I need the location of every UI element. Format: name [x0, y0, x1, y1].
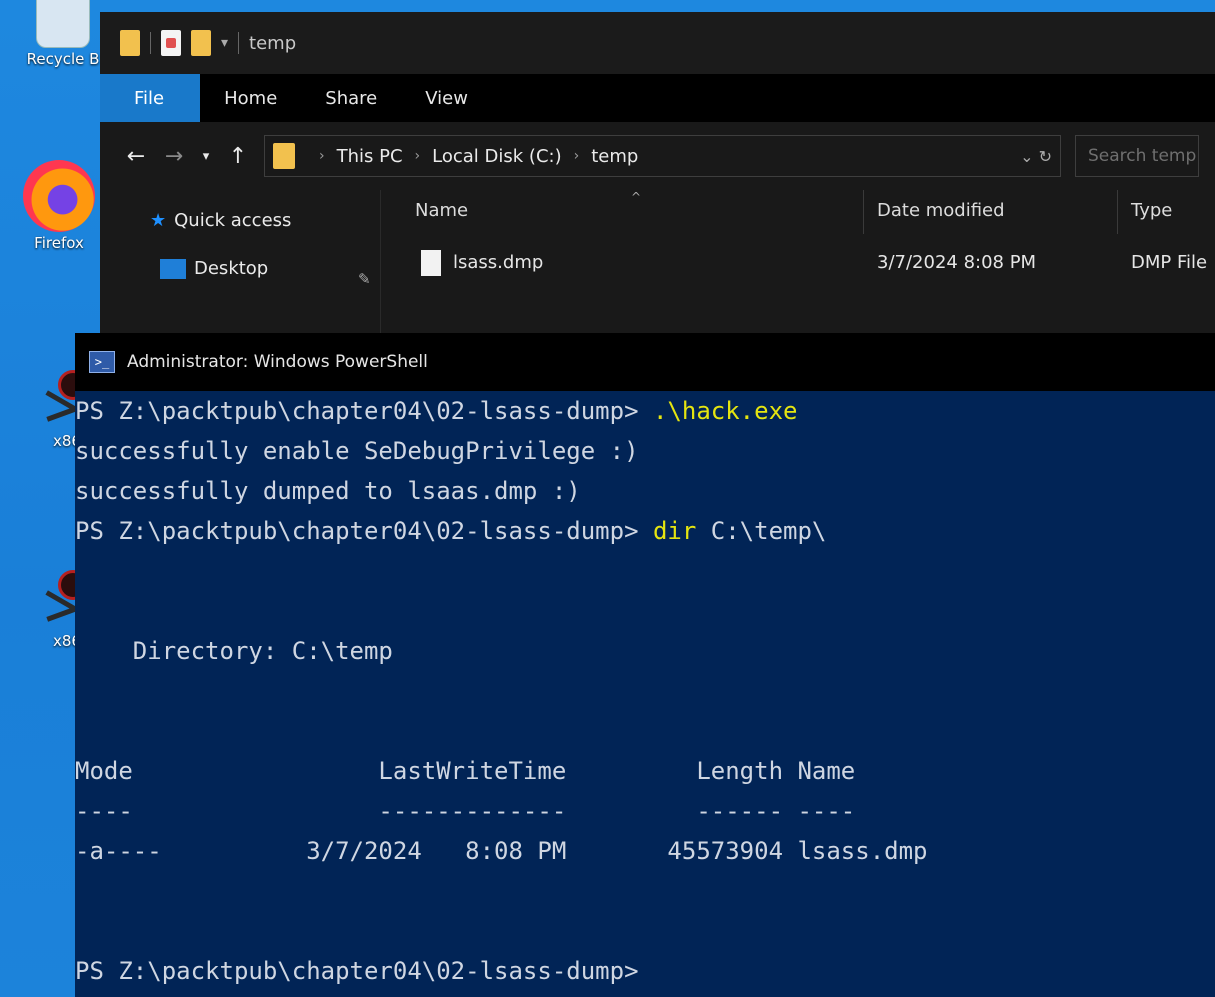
- recent-locations-chevron-icon[interactable]: ▾: [200, 149, 212, 164]
- star-icon: ★: [150, 210, 167, 231]
- file-icon: [421, 250, 441, 276]
- sort-caret-icon: ^: [631, 190, 642, 204]
- address-bar[interactable]: › This PC › Local Disk (C:) › temp ⌄ ↻: [264, 135, 1061, 177]
- window-title: Administrator: Windows PowerShell: [127, 352, 428, 372]
- nav-item-desktop[interactable]: Desktop: [160, 258, 268, 279]
- tab-home[interactable]: Home: [200, 74, 301, 122]
- chevron-down-icon[interactable]: ▾: [221, 35, 228, 51]
- separator: [238, 32, 240, 54]
- console-output: successfully enable SeDebugPrivilege :): [75, 437, 639, 465]
- window-title: temp: [249, 32, 297, 54]
- folder-icon: [273, 143, 295, 169]
- prompt: PS Z:\packtpub\chapter04\02-lsass-dump>: [75, 397, 639, 425]
- file-list: ^ Name Date modified Type lsass.dmp 3/7/…: [380, 190, 1215, 342]
- address-row: ← → ▾ ↑ › This PC › Local Disk (C:) › te…: [100, 122, 1215, 190]
- desktop-icon-label: Recycle B: [26, 50, 100, 68]
- column-divider[interactable]: [1117, 190, 1118, 234]
- command-argument: C:\temp\: [696, 517, 827, 545]
- up-arrow-icon[interactable]: ↑: [226, 144, 250, 169]
- powershell-titlebar: >_ Administrator: Windows PowerShell: [75, 333, 1215, 391]
- desktop-icon-firefox[interactable]: Firefox: [14, 160, 104, 252]
- file-date-modified: 3/7/2024 8:08 PM: [877, 252, 1037, 273]
- column-header-type[interactable]: Type: [1131, 200, 1172, 221]
- navigation-pane: ★ Quick access Desktop ✎: [100, 190, 380, 342]
- powershell-icon: >_: [89, 351, 115, 373]
- pin-icon[interactable]: ✎: [358, 270, 371, 288]
- column-header-date-modified[interactable]: Date modified: [877, 200, 1005, 221]
- file-name: lsass.dmp: [453, 252, 544, 273]
- new-folder-icon[interactable]: [191, 30, 211, 56]
- nav-item-label: Desktop: [194, 258, 269, 279]
- breadcrumb-this-pc[interactable]: This PC: [337, 146, 403, 167]
- console-line[interactable]: PS Z:\packtpub\chapter04\02-lsass-dump>: [75, 957, 639, 985]
- desktop-icon-recycle-bin[interactable]: Recycle B: [18, 0, 108, 68]
- console-line: PS Z:\packtpub\chapter04\02-lsass-dump> …: [75, 397, 797, 425]
- search-input[interactable]: Search temp: [1075, 135, 1199, 177]
- back-arrow-icon[interactable]: ←: [124, 144, 148, 169]
- chevron-right-icon: ›: [414, 148, 421, 164]
- refresh-icon[interactable]: ⌄ ↻: [1020, 147, 1060, 166]
- console-output: Directory: C:\temp: [75, 637, 393, 665]
- folder-icon: [120, 30, 140, 56]
- tab-file[interactable]: File: [100, 74, 201, 122]
- command: dir: [638, 517, 697, 545]
- properties-icon[interactable]: [161, 30, 181, 56]
- chevron-right-icon: ›: [573, 148, 580, 164]
- nav-item-quick-access[interactable]: ★ Quick access: [150, 210, 291, 231]
- file-explorer-window: ▾ temp File Home Share View ← → ▾ ↑ › Th…: [100, 12, 1215, 342]
- file-row[interactable]: lsass.dmp 3/7/2024 8:08 PM DMP File: [381, 246, 1215, 282]
- column-divider[interactable]: [863, 190, 864, 234]
- breadcrumb-local-disk[interactable]: Local Disk (C:): [432, 146, 561, 167]
- forward-arrow-icon[interactable]: →: [162, 144, 186, 169]
- breadcrumb-temp[interactable]: temp: [591, 146, 638, 167]
- console-output: successfully dumped to lsaas.dmp :): [75, 477, 581, 505]
- nav-item-label: Quick access: [174, 210, 292, 231]
- prompt: PS Z:\packtpub\chapter04\02-lsass-dump>: [75, 517, 639, 545]
- column-header-name[interactable]: Name: [415, 200, 468, 221]
- powershell-window[interactable]: >_ Administrator: Windows PowerShell PS …: [75, 333, 1215, 997]
- console-output: -a---- 3/7/2024 8:08 PM 45573904 lsass.d…: [75, 837, 928, 865]
- console-line: PS Z:\packtpub\chapter04\02-lsass-dump> …: [75, 517, 826, 545]
- ribbon-tabs: File Home Share View: [100, 74, 1215, 122]
- file-type: DMP File: [1131, 252, 1208, 273]
- desktop-folder-icon: [160, 258, 186, 279]
- console-output: Mode LastWriteTime Length Name: [75, 757, 856, 785]
- explorer-titlebar: ▾ temp: [100, 12, 1215, 74]
- recycle-bin-icon: [36, 0, 90, 48]
- separator: [150, 32, 151, 54]
- desktop-icon-label: Firefox: [34, 234, 84, 252]
- firefox-icon: [23, 160, 95, 232]
- tab-view[interactable]: View: [401, 74, 492, 122]
- console-output: ---- ------------- ------ ----: [75, 797, 856, 825]
- command: .\hack.exe: [638, 397, 798, 425]
- prompt: PS Z:\packtpub\chapter04\02-lsass-dump>: [75, 957, 639, 985]
- explorer-content: ★ Quick access Desktop ✎ ^ Name Date mod…: [100, 190, 1215, 342]
- chevron-right-icon: ›: [319, 148, 325, 164]
- tab-share[interactable]: Share: [301, 74, 401, 122]
